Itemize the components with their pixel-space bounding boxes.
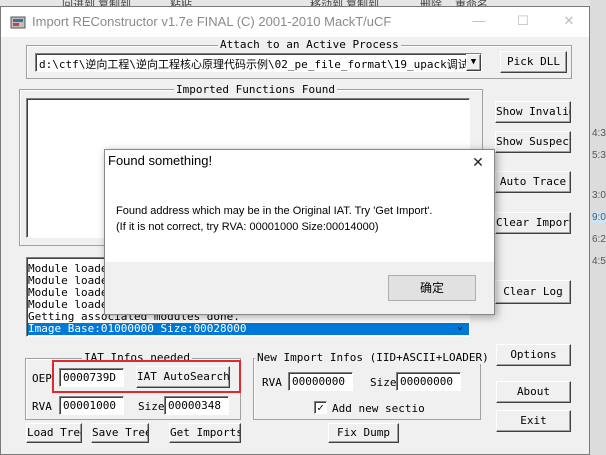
maximize-button[interactable]: ☐ [510, 10, 536, 32]
close-button[interactable]: ✕ [556, 10, 582, 32]
process-select[interactable]: d:\ctf\逆向工程\逆向工程核心原理代码示例\02_pe_file_form… [35, 53, 482, 72]
exit-button[interactable]: Exit [496, 410, 571, 432]
background-time: 4:3 [592, 128, 606, 139]
about-button[interactable]: About [496, 381, 571, 403]
add-section-label: Add new sectio [332, 402, 425, 415]
load-tree-button[interactable]: Load Tree [26, 423, 82, 443]
ok-button[interactable]: 确定 [388, 275, 476, 301]
dialog-title: Found something! [108, 153, 213, 168]
background-right-panel [590, 0, 606, 455]
size-label: Size [138, 400, 165, 413]
imported-functions-label: Imported Functions Found [174, 83, 337, 96]
background-time: 5:3 [592, 150, 606, 161]
save-tree-button[interactable]: Save Tree [91, 423, 149, 443]
background-time: 9:0 [592, 212, 606, 223]
add-section-checkbox[interactable]: ✓ [314, 401, 327, 414]
auto-trace-button[interactable]: Auto Trace [495, 171, 571, 193]
process-select-value: d:\ctf\逆向工程\逆向工程核心原理代码示例\02_pe_file_form… [39, 58, 469, 71]
fix-dump-button[interactable]: Fix Dump [328, 423, 399, 443]
rva-input[interactable]: 00001000 [59, 396, 124, 415]
clear-imports-button[interactable]: Clear Imports [495, 212, 571, 234]
new-size-input[interactable]: 00000000 [396, 372, 461, 391]
pick-dll-button[interactable]: Pick DLL [500, 51, 567, 73]
new-size-label: Size [370, 376, 397, 389]
dialog-message-line2: (If it is not correct, try RVA: 00001000… [116, 221, 379, 233]
dialog-close-icon[interactable]: ✕ [466, 152, 490, 172]
rva-label: RVA [32, 400, 52, 413]
highlight-box [52, 360, 241, 393]
log-line-selected: Image Base:01000000 Size:00028000 [28, 323, 469, 335]
new-import-label: New Import Infos (IID+ASCII+LOADER) [255, 351, 491, 364]
show-invalid-button[interactable]: Show Invalid [495, 101, 571, 123]
options-button[interactable]: Options [496, 344, 571, 366]
background-time: 3:0 [592, 190, 606, 201]
scroll-down-icon[interactable]: ⌄ [452, 319, 468, 335]
background-time: 4:5 [592, 256, 606, 267]
app-icon [10, 14, 26, 30]
attach-group-label: Attach to an Active Process [218, 38, 401, 51]
window-title: Import REConstructor v1.7e FINAL (C) 200… [32, 14, 392, 29]
size-input[interactable]: 00000348 [164, 396, 229, 415]
new-rva-input[interactable]: 00000000 [288, 372, 353, 391]
oep-label: OEP [32, 372, 52, 385]
clear-log-button[interactable]: Clear Log [495, 280, 571, 304]
minimize-button[interactable]: — [466, 10, 492, 32]
background-time: 6:2 [592, 234, 606, 245]
dialog-message-line1: Found address which may be in the Origin… [116, 205, 433, 217]
get-imports-button[interactable]: Get Imports [169, 423, 241, 443]
show-suspect-button[interactable]: Show Suspect [495, 131, 571, 153]
new-rva-label: RVA [262, 376, 282, 389]
chevron-down-icon[interactable]: ▼ [466, 54, 481, 71]
